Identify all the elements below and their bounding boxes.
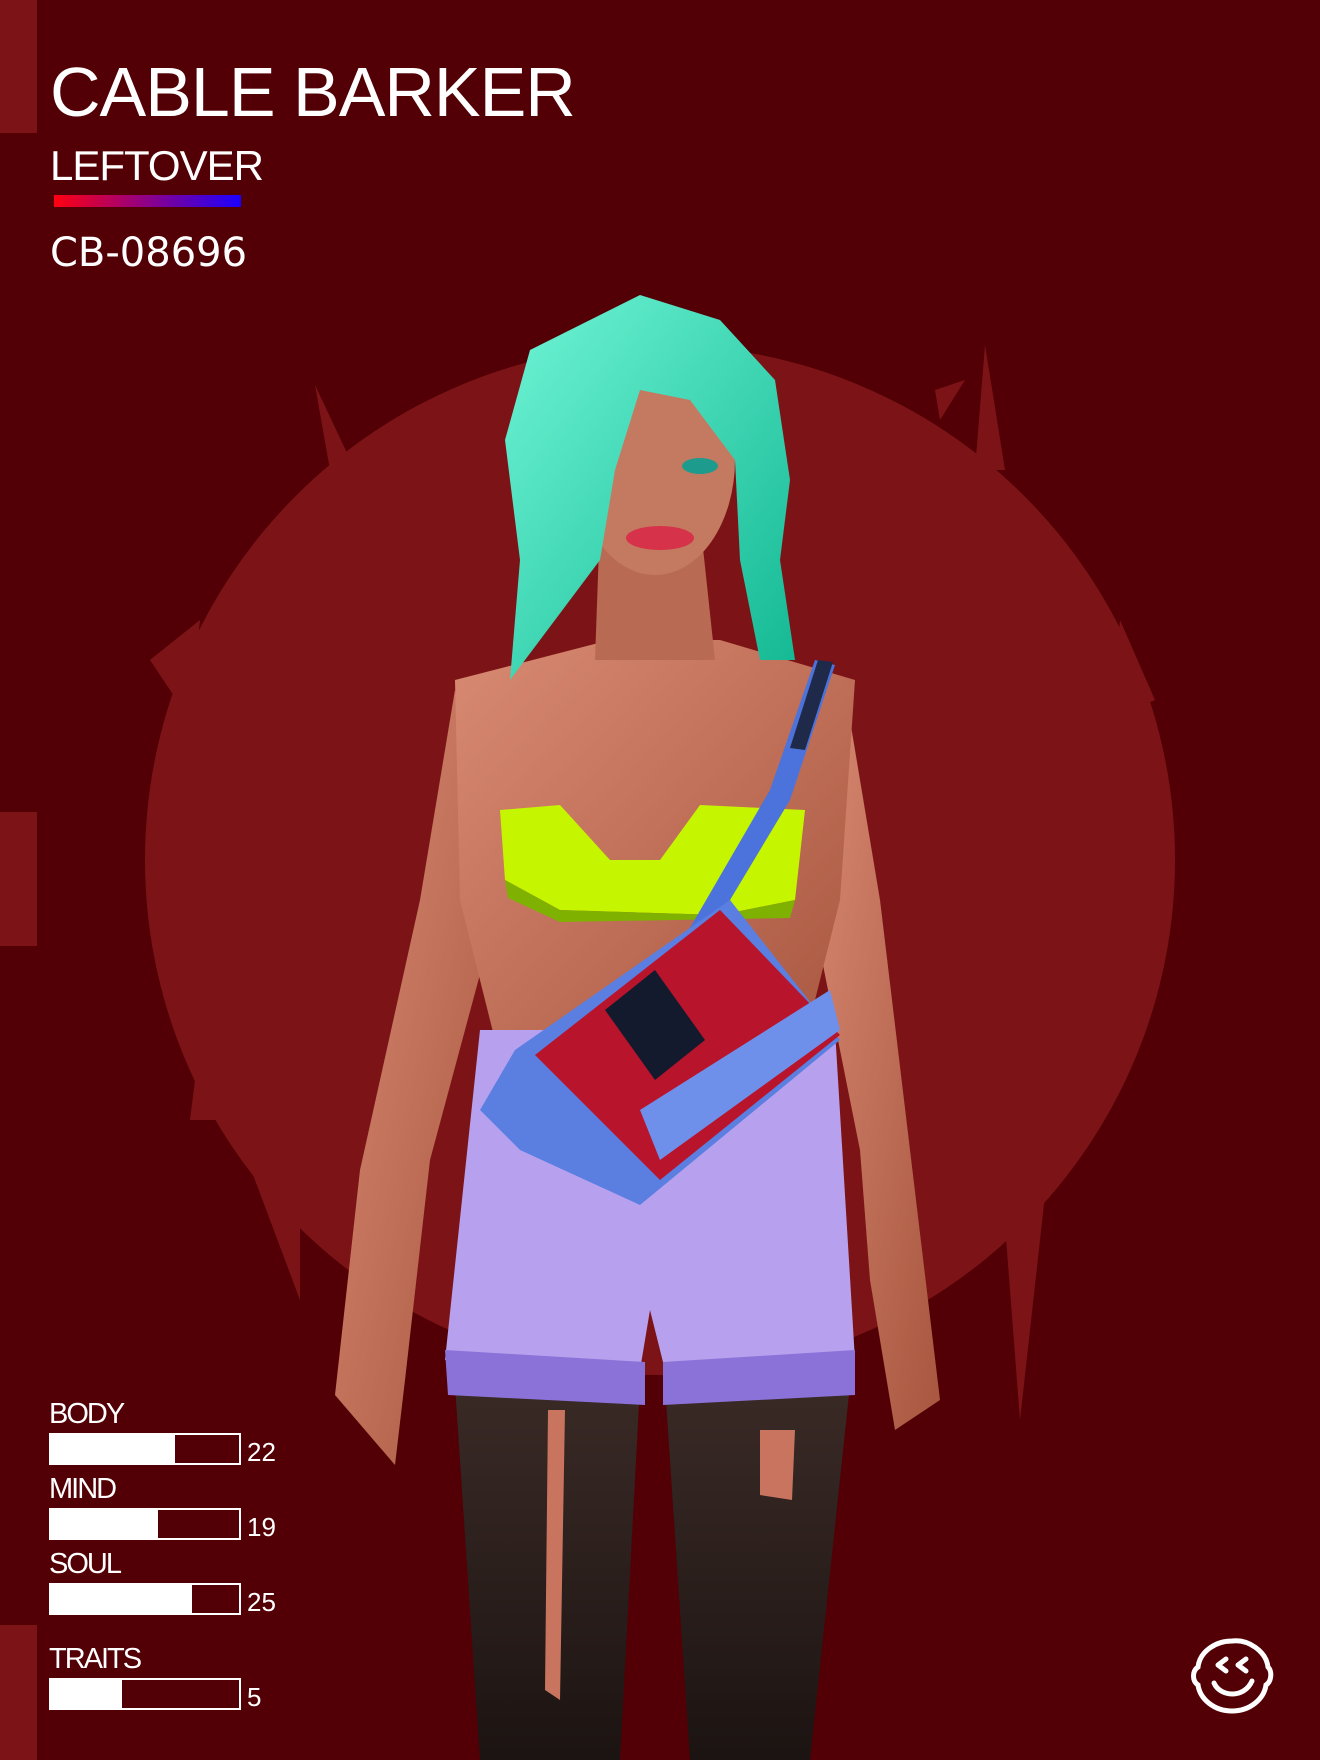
stat-label: MIND [49,1473,117,1505]
stat-bar [49,1433,241,1465]
character-card: CABLE BARKER LEFTOVER CB-08696 BODY 22 M… [0,0,1320,1760]
stat-traits: TRAITS 5 [49,1645,261,1710]
smiley-face-badge-icon [1191,1638,1274,1714]
stat-value: 25 [247,1587,276,1617]
stat-bar [49,1583,241,1615]
right-leg [665,1385,850,1760]
stat-body: BODY 22 [49,1400,276,1465]
stat-bar-fill [51,1435,176,1463]
stat-value: 22 [247,1437,276,1467]
stat-value: 5 [247,1682,262,1712]
stat-bar-fill [51,1680,123,1708]
stat-bar [49,1678,241,1710]
stat-bar [49,1508,241,1540]
stat-mind: MIND 19 [49,1475,276,1540]
stat-bar-fill [51,1510,159,1538]
stat-bar-fill [51,1585,192,1613]
stat-value: 19 [247,1512,276,1542]
stat-label: TRAITS [49,1643,142,1675]
stat-label: SOUL [49,1548,122,1580]
stat-label: BODY [49,1398,125,1430]
stat-soul: SOUL 25 [49,1550,276,1615]
